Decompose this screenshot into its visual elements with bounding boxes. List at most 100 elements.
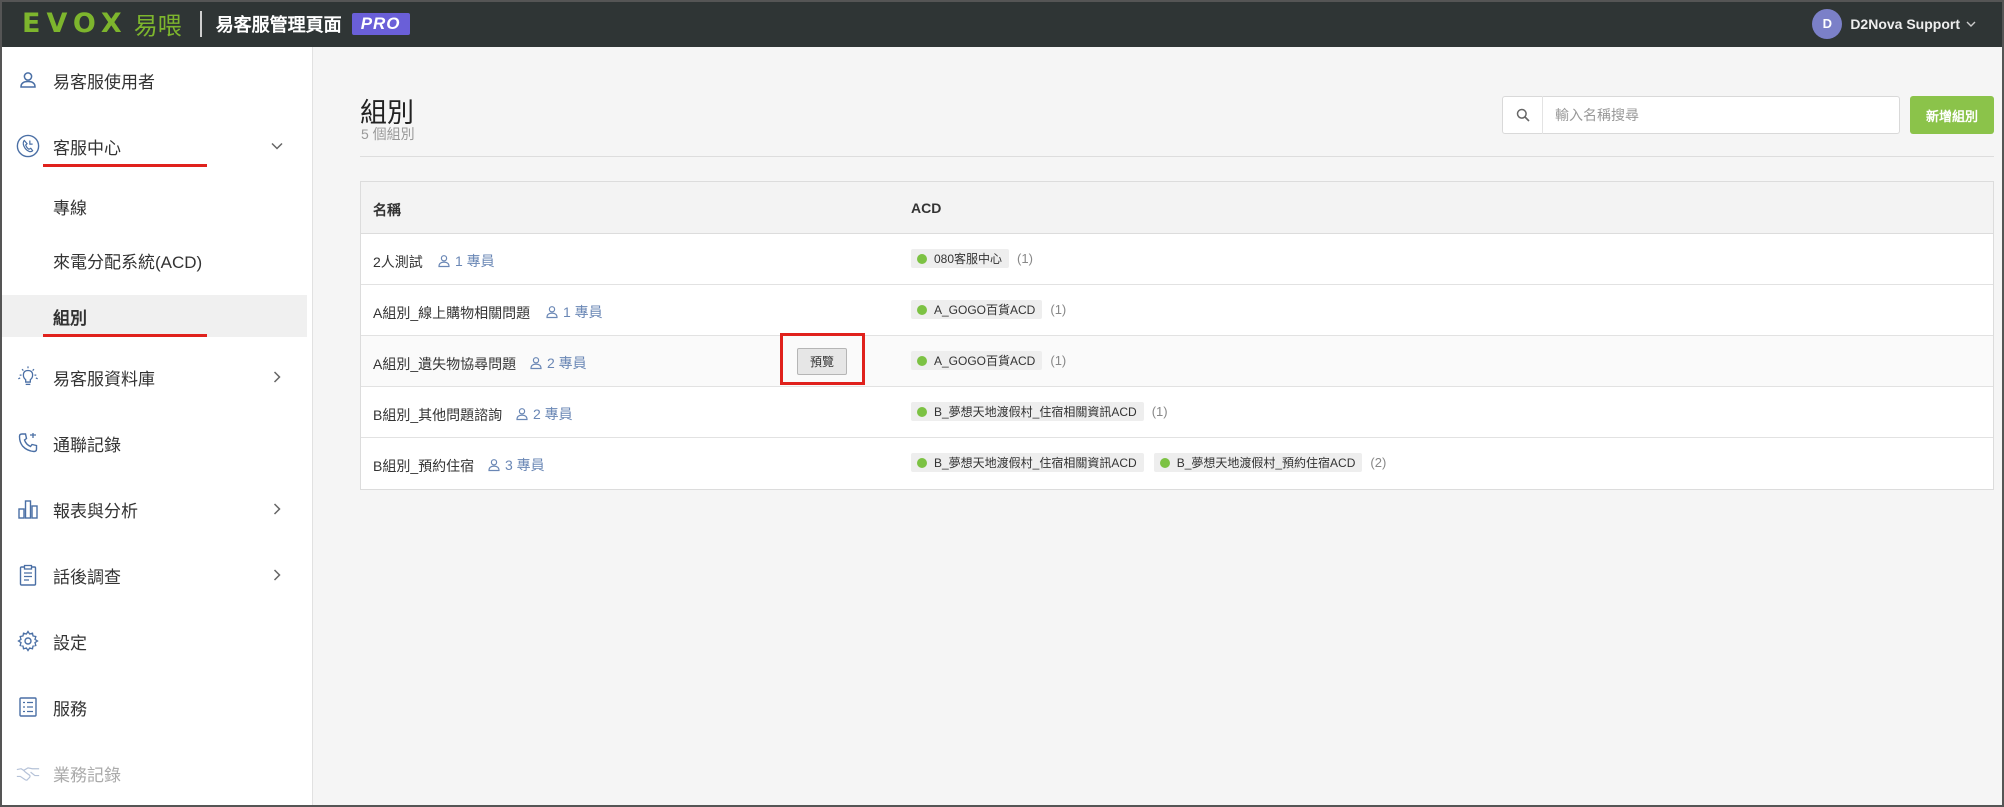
acd-tag: 080客服中心 bbox=[911, 249, 1010, 268]
sidebar-item-label: 話後調查 bbox=[53, 567, 121, 587]
handshake-icon bbox=[16, 761, 40, 785]
acd-count: (1) bbox=[1050, 353, 1067, 368]
acd-tag-label: 080客服中心 bbox=[934, 252, 1003, 266]
status-dot bbox=[1159, 457, 1170, 468]
sidebar-subitem-label: 來電分配系統(ACD) bbox=[53, 252, 203, 272]
acd-count: (1) bbox=[1050, 302, 1067, 317]
sidebar-item-survey[interactable]: 話後調查 bbox=[0, 553, 313, 597]
divider bbox=[360, 156, 1994, 157]
acd-cell: A_GOGO百貨ACD (1) bbox=[911, 351, 1066, 370]
status-dot bbox=[917, 406, 927, 417]
sidebar-item-label: 易客服資料庫 bbox=[53, 369, 155, 389]
chevron-down-icon bbox=[1966, 19, 1976, 29]
pro-badge: PRO bbox=[351, 12, 410, 35]
table-row[interactable]: B組別_其他問題諮詢 2 專員 B_夢想天地渡假村_住宿相關資訊ACD (1) bbox=[361, 387, 1993, 438]
table-row[interactable]: 2人測試 1 專員 080客服中心 (1) bbox=[361, 234, 1993, 285]
preview-button[interactable]: 預覽 bbox=[797, 348, 847, 375]
acd-tag: B_夢想天地渡假村_住宿相關資訊ACD bbox=[911, 453, 1144, 472]
bulb-icon bbox=[16, 365, 40, 389]
acd-tag: B_夢想天地渡假村_住宿相關資訊ACD bbox=[911, 402, 1144, 421]
status-dot bbox=[917, 304, 927, 315]
search-input[interactable] bbox=[1543, 98, 1899, 132]
sidebar-item-label: 客服中心 bbox=[53, 138, 121, 158]
app-title: 易客服管理頁面 bbox=[215, 14, 342, 35]
member-count-text: 2 專員 bbox=[533, 406, 573, 422]
acd-count: (1) bbox=[1151, 404, 1168, 419]
acd-cell: 080客服中心 (1) bbox=[911, 249, 1033, 268]
member-count: 1 專員 bbox=[437, 251, 495, 271]
acd-tag: B_夢想天地渡假村_預約住宿ACD bbox=[1153, 453, 1363, 472]
column-header-acd[interactable]: ACD bbox=[911, 200, 941, 216]
status-dot bbox=[917, 457, 927, 468]
member-count-text: 2 專員 bbox=[547, 355, 587, 371]
member-count: 2 專員 bbox=[529, 353, 587, 373]
sidebar-item-label: 業務記錄 bbox=[53, 765, 121, 785]
acd-count: (1) bbox=[1017, 251, 1033, 266]
sidebar-item-label: 通聯記錄 bbox=[53, 435, 121, 455]
sidebar-item-settings[interactable]: 設定 bbox=[0, 619, 313, 663]
add-group-button[interactable]: 新增組別 bbox=[1910, 96, 1994, 134]
sidebar-item-label: 服務 bbox=[53, 699, 87, 719]
group-name[interactable]: A組別_線上購物相關問題 bbox=[373, 303, 530, 323]
sidebar-item-call-center[interactable]: 客服中心 bbox=[0, 124, 313, 168]
user-icon bbox=[546, 306, 558, 319]
chevron-right-icon bbox=[273, 503, 281, 515]
group-name[interactable]: B組別_預約住宿 bbox=[373, 456, 474, 476]
user-menu[interactable]: D D2Nova Support bbox=[1812, 0, 1976, 47]
sidebar-subitem-label: 組別 bbox=[53, 308, 87, 328]
search-box bbox=[1502, 96, 1900, 134]
member-count-text: 1 專員 bbox=[455, 253, 495, 269]
chevron-down-icon bbox=[271, 142, 283, 150]
table-row[interactable]: B組別_預約住宿 3 專員 B_夢想天地渡假村_住宿相關資訊ACD B_夢想天地… bbox=[361, 438, 1993, 489]
table-row[interactable]: A組別_遺失物協尋問題 2 專員 預覽 A_GOGO百貨ACD (1) bbox=[361, 336, 1993, 387]
sidebar-item-knowledge-base[interactable]: 易客服資料庫 bbox=[0, 355, 313, 399]
acd-tag-label: B_夢想天地渡假村_預約住宿ACD bbox=[1176, 456, 1356, 470]
acd-cell: B_夢想天地渡假村_住宿相關資訊ACD B_夢想天地渡假村_預約住宿ACD (2… bbox=[911, 453, 1386, 472]
sidebar-subitem-groups[interactable]: 組別 bbox=[0, 295, 307, 337]
sidebar-item-reports[interactable]: 報表與分析 bbox=[0, 487, 313, 531]
phone-icon bbox=[16, 431, 40, 455]
acd-tag-label: B_夢想天地渡假村_住宿相關資訊ACD bbox=[934, 456, 1137, 470]
sidebar-item-services[interactable]: 服務 bbox=[0, 685, 313, 729]
annotation-underline bbox=[43, 334, 207, 337]
sidebar-subitem-label: 專線 bbox=[53, 198, 87, 218]
sidebar-subitem-acd[interactable]: 來電分配系統(ACD) bbox=[0, 239, 307, 281]
avatar: D bbox=[1812, 8, 1843, 39]
status-dot bbox=[917, 355, 927, 366]
sidebar-item-call-log[interactable]: 通聯記錄 bbox=[0, 421, 313, 465]
top-bar: EVOX 易喂 易客服管理頁面 PRO D D2Nova Support bbox=[0, 0, 2004, 47]
sidebar-subitem-lines[interactable]: 專線 bbox=[0, 185, 307, 227]
chevron-right-icon bbox=[273, 569, 281, 581]
member-count: 2 專員 bbox=[515, 404, 573, 424]
acd-tag-label: A_GOGO百貨ACD bbox=[934, 303, 1036, 317]
chevron-right-icon bbox=[273, 371, 281, 383]
group-name[interactable]: 2人測試 bbox=[373, 252, 423, 272]
group-name[interactable]: A組別_遺失物協尋問題 bbox=[373, 354, 516, 374]
bar-chart-icon bbox=[16, 497, 40, 521]
group-name[interactable]: B組別_其他問題諮詢 bbox=[373, 405, 502, 425]
groups-table: 名稱 ACD 2人測試 1 專員 080客服中心 (1) A組別_線上購物相關問… bbox=[360, 181, 1994, 490]
acd-tag-label: B_夢想天地渡假村_住宿相關資訊ACD bbox=[934, 405, 1137, 419]
user-name: D2Nova Support bbox=[1850, 15, 1960, 32]
search-icon bbox=[1503, 96, 1543, 134]
acd-tag: A_GOGO百貨ACD bbox=[911, 300, 1043, 319]
group-count: 5 個組別 bbox=[361, 126, 415, 142]
status-dot bbox=[917, 253, 927, 264]
acd-tag: A_GOGO百貨ACD bbox=[911, 351, 1043, 370]
sidebar: 易客服使用者 客服中心 專線 來電分配系統(ACD) 組別 易客服資料庫 通聯記… bbox=[0, 47, 313, 807]
sidebar-item-label: 設定 bbox=[53, 633, 87, 653]
annotation-underline bbox=[43, 164, 207, 167]
acd-cell: A_GOGO百貨ACD (1) bbox=[911, 300, 1066, 319]
member-count: 3 專員 bbox=[487, 455, 545, 475]
main-content: 組別 5 個組別 新增組別 名稱 ACD 2人測試 1 專員 080客服中心 (… bbox=[314, 47, 2004, 807]
logo-cn-text: 易喂 bbox=[133, 13, 182, 40]
member-count-text: 1 專員 bbox=[563, 304, 603, 320]
table-row[interactable]: A組別_線上購物相關問題 1 專員 A_GOGO百貨ACD (1) bbox=[361, 285, 1993, 336]
column-header-name[interactable]: 名稱 bbox=[373, 200, 401, 220]
gear-icon bbox=[16, 629, 40, 653]
sidebar-item-business-records[interactable]: 業務記錄 bbox=[0, 751, 313, 795]
brand-logo[interactable]: EVOX 易喂 bbox=[22, 6, 182, 41]
sidebar-item-users[interactable]: 易客服使用者 bbox=[0, 58, 313, 102]
call-center-icon bbox=[16, 134, 40, 158]
acd-cell: B_夢想天地渡假村_住宿相關資訊ACD (1) bbox=[911, 402, 1168, 421]
